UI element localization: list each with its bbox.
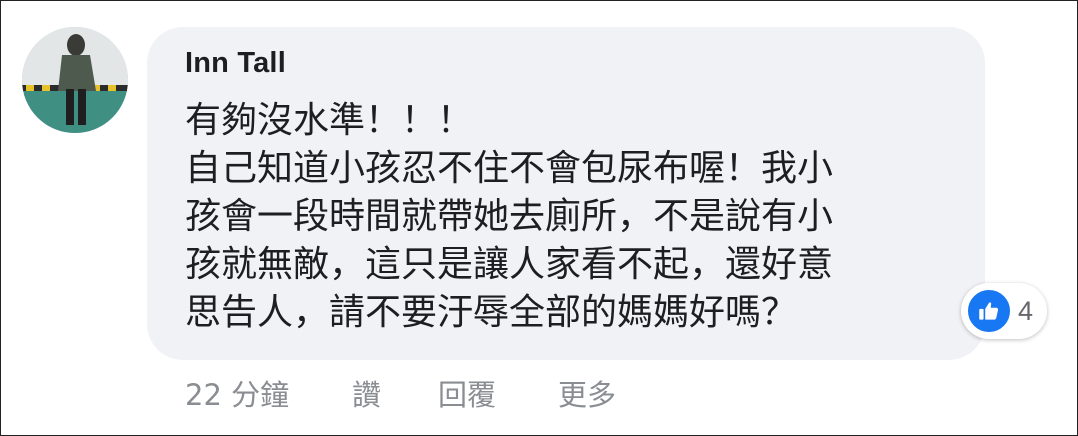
avatar[interactable] (22, 27, 128, 133)
reaction-count: 4 (1018, 296, 1034, 326)
comment-line: 自己知道小孩忍不住不會包尿布喔！我小 (185, 148, 834, 189)
avatar-photo (22, 27, 128, 133)
comment-line: 孩就無敵，這只是讓人家看不起，還好意 (185, 244, 834, 285)
more-button[interactable]: 更多 (558, 372, 616, 414)
timestamp[interactable]: 22 分鐘 (185, 372, 289, 414)
comment-line: 孩會一段時間就帶她去廁所，不是說有小 (185, 196, 834, 237)
reply-button[interactable]: 回覆 (438, 372, 496, 414)
reaction-summary[interactable]: 4 (961, 283, 1047, 339)
thumbs-up-icon (966, 288, 1012, 334)
comment-line: 思告人，請不要汙辱全部的媽媽好嗎？ (185, 292, 798, 333)
like-button[interactable]: 讚 (352, 372, 381, 414)
comment-line: 有夠沒水準！！！ (185, 100, 474, 141)
comment-author[interactable]: Inn Tall (185, 47, 286, 80)
comment-text: 有夠沒水準！！！ 自己知道小孩忍不住不會包尿布喔！我小 孩會一段時間就帶她去廁所… (185, 97, 960, 337)
